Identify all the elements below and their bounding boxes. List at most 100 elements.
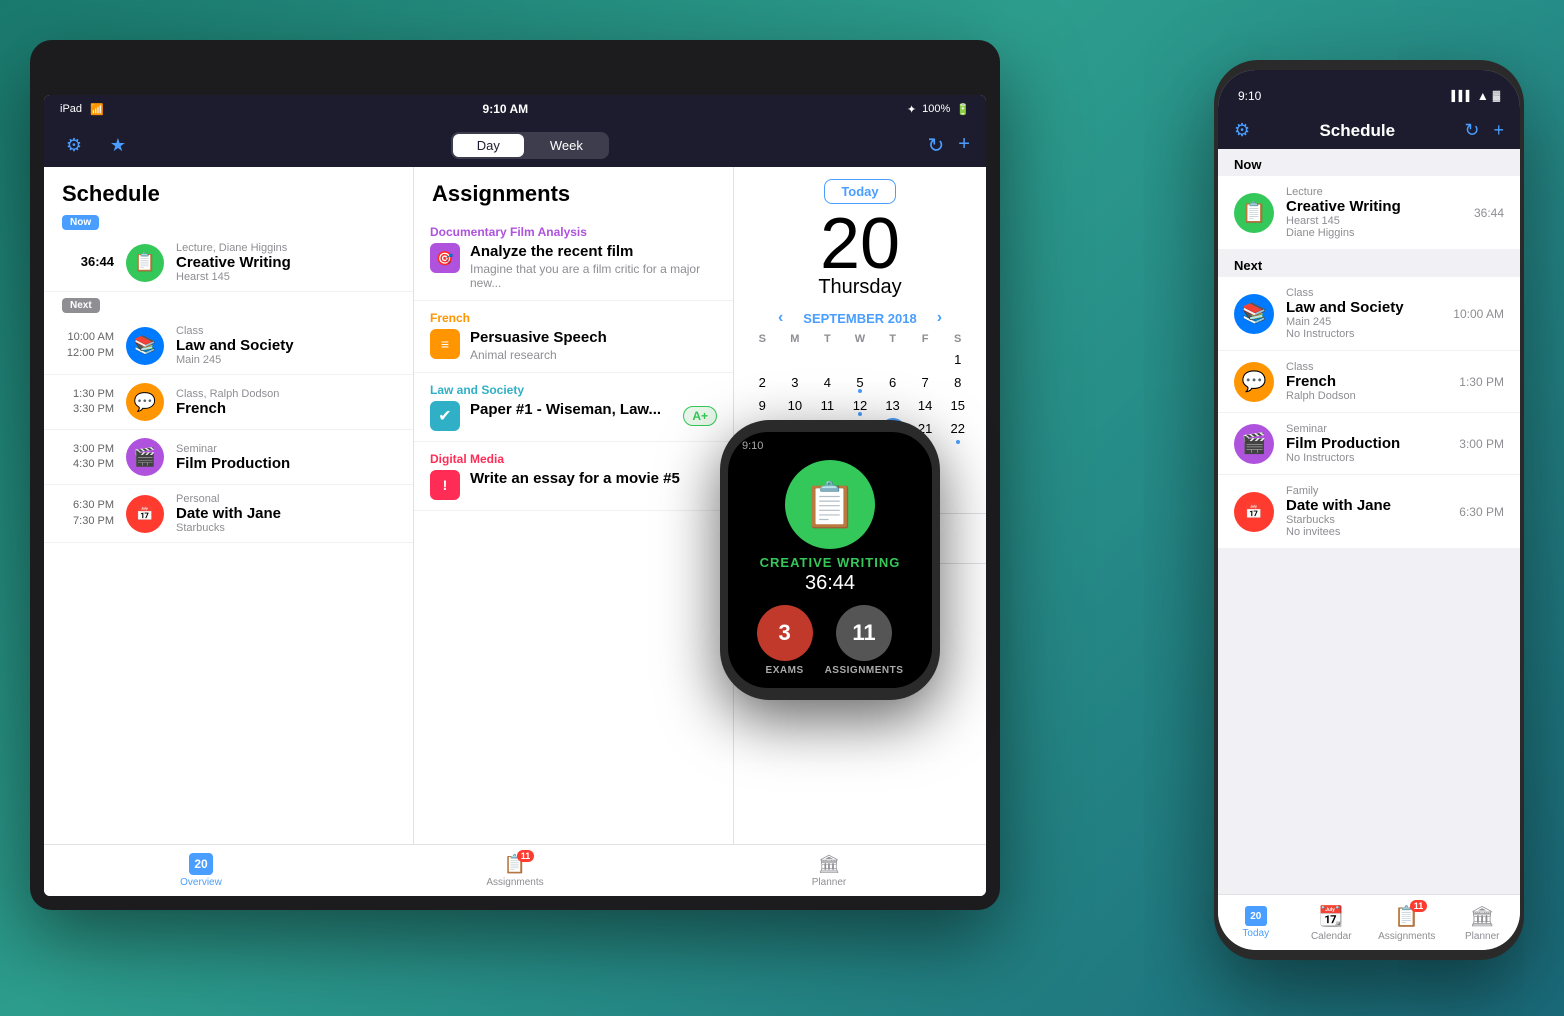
battery-icon-iphone: ▓ xyxy=(1493,91,1500,102)
week-view-button[interactable]: Week xyxy=(526,134,607,157)
iphone-time-french: 1:30 PM xyxy=(1459,375,1504,389)
assignment-item-film-analysis[interactable]: Documentary Film Analysis 🎯 Analyze the … xyxy=(414,215,733,301)
cal-cell-empty5: - xyxy=(876,349,909,370)
iphone-now-header: Now xyxy=(1218,149,1520,176)
assign-title-film: Analyze the recent film xyxy=(470,243,717,260)
assign-icon-digital: ! xyxy=(430,470,460,500)
iphone-time-law: 10:00 AM xyxy=(1453,307,1504,321)
toolbar-right: ↻ + xyxy=(928,133,970,158)
cal-cell-14[interactable]: 14 xyxy=(909,395,942,416)
iphone-item-date[interactable]: 📅 Family Date with Jane Starbucks No inv… xyxy=(1218,475,1520,549)
iphone-time-film: 3:00 PM xyxy=(1459,437,1504,451)
iphone-item-law[interactable]: 📚 Class Law and Society Main 245 No Inst… xyxy=(1218,277,1520,351)
tab-overview[interactable]: 20 Overview xyxy=(44,845,358,896)
watch-course-icon: 📋 xyxy=(785,460,875,549)
settings-icon[interactable]: ⚙ xyxy=(60,131,88,159)
cal-cell-empty3: - xyxy=(811,349,844,370)
cal-cell-11[interactable]: 11 xyxy=(811,395,844,416)
iphone-info-french: Class French Ralph Dodson xyxy=(1286,361,1447,402)
prev-month-arrow[interactable]: ‹ xyxy=(778,309,783,327)
watch-assignments-item[interactable]: 11 ASSIGNMENTS xyxy=(825,605,904,676)
tab-planner[interactable]: 🏛 Planner xyxy=(672,845,986,896)
next-month-arrow[interactable]: › xyxy=(937,309,942,327)
cal-cell-4[interactable]: 4 xyxy=(811,372,844,393)
french-info: Class, Ralph Dodson French xyxy=(176,388,395,417)
iphone-tab-calendar[interactable]: 📆 Calendar xyxy=(1294,895,1370,950)
assignment-item-law[interactable]: Law and Society ✔ Paper #1 - Wiseman, La… xyxy=(414,373,733,442)
cal-cell-22[interactable]: 22 xyxy=(941,418,974,444)
film-info: Seminar Film Production xyxy=(176,443,395,472)
cal-cell-2[interactable]: 2 xyxy=(746,372,779,393)
iphone-item-french[interactable]: 💬 Class French Ralph Dodson 1:30 PM xyxy=(1218,351,1520,413)
statusbar-left: iPad 📶 xyxy=(60,103,104,116)
iphone-item-creative-writing[interactable]: 📋 Lecture Creative Writing Hearst 145 Di… xyxy=(1218,176,1520,250)
cal-header: S M T W T F S xyxy=(746,333,974,345)
assignment-item-french[interactable]: French ≡ Persuasive Speech Animal resear… xyxy=(414,301,733,373)
cal-cell-5[interactable]: 5 xyxy=(844,372,877,393)
schedule-item-creative-writing[interactable]: 36:44 📋 Lecture, Diane Higgins Creative … xyxy=(44,234,413,292)
assign-text-french: Persuasive Speech Animal research xyxy=(470,329,607,362)
creative-writing-info: Lecture, Diane Higgins Creative Writing … xyxy=(176,242,395,283)
view-segmented-control[interactable]: Day Week xyxy=(451,132,609,159)
iphone-tab-assignments[interactable]: 📋 11 Assignments xyxy=(1369,895,1445,950)
iphone-tab-today[interactable]: 20 Today xyxy=(1218,895,1294,950)
iphone-add-icon[interactable]: + xyxy=(1493,120,1504,141)
day-view-button[interactable]: Day xyxy=(453,134,524,157)
iphone-detail-date2: No invitees xyxy=(1286,526,1447,538)
iphone-icon-law: 📚 xyxy=(1234,294,1274,334)
iphone-tab-planner[interactable]: 🏛 Planner xyxy=(1445,895,1521,950)
iphone-icon-film: 🎬 xyxy=(1234,424,1274,464)
calendar-day-name: Thursday xyxy=(734,276,986,299)
bluetooth-icon: ✦ xyxy=(907,103,916,116)
cal-cell-15[interactable]: 15 xyxy=(941,395,974,416)
schedule-item-date[interactable]: 6:30 PM7:30 PM 📅 Personal Date with Jane… xyxy=(44,485,413,543)
watch-assignments-count: 11 xyxy=(836,605,892,661)
toolbar-left: ⚙ ★ xyxy=(60,131,132,159)
cal-cell-9[interactable]: 9 xyxy=(746,395,779,416)
schedule-item-french[interactable]: 1:30 PM3:30 PM 💬 Class, Ralph Dodson Fre… xyxy=(44,375,413,430)
watch-device: 9:10 📋 CREATIVE WRITING 36:44 3 EXAMS 11… xyxy=(720,420,940,700)
assign-text-law: Paper #1 - Wiseman, Law... xyxy=(470,401,661,418)
french-time: 1:30 PM3:30 PM xyxy=(62,387,114,418)
cal-cell-10[interactable]: 10 xyxy=(779,395,812,416)
tab-planner-icon: 🏛 xyxy=(818,854,841,875)
iphone-sub-date: Family xyxy=(1286,485,1447,497)
ipad-label: iPad xyxy=(60,103,82,115)
course-law: Law and Society xyxy=(430,383,717,397)
cal-cell-1[interactable]: 1 xyxy=(941,349,974,370)
cal-cell-6[interactable]: 6 xyxy=(876,372,909,393)
iphone-refresh-icon[interactable]: ↻ xyxy=(1464,120,1479,141)
french-icon: 💬 xyxy=(126,383,164,421)
cal-cell-12[interactable]: 12 xyxy=(844,395,877,416)
law-time: 10:00 AM12:00 PM xyxy=(62,330,114,361)
creative-writing-title: Creative Writing xyxy=(176,254,395,271)
tab-overview-icon: 20 xyxy=(189,853,213,875)
iphone-item-film[interactable]: 🎬 Seminar Film Production No Instructors… xyxy=(1218,413,1520,475)
grade-badge-aplus: A+ xyxy=(683,406,717,426)
cal-cell-7[interactable]: 7 xyxy=(909,372,942,393)
schedule-item-law[interactable]: 10:00 AM12:00 PM 📚 Class Law and Society… xyxy=(44,317,413,375)
date-icon: 📅 xyxy=(126,495,164,533)
assign-desc-french: Animal research xyxy=(470,348,607,362)
cal-cell-8[interactable]: 8 xyxy=(941,372,974,393)
assignment-item-digital[interactable]: Digital Media ! Write an essay for a mov… xyxy=(414,442,733,511)
cal-cell-3[interactable]: 3 xyxy=(779,372,812,393)
creative-writing-location: Hearst 145 xyxy=(176,271,395,283)
assignments-badge: 11 xyxy=(517,850,535,862)
add-icon[interactable]: + xyxy=(958,133,970,158)
iphone-settings-icon[interactable]: ⚙ xyxy=(1234,120,1250,141)
iphone-nav-title: Schedule xyxy=(1319,121,1395,141)
watch-exams-item[interactable]: 3 EXAMS xyxy=(757,605,813,676)
iphone-time-cw: 36:44 xyxy=(1474,206,1504,220)
cal-cell-13[interactable]: 13 xyxy=(876,395,909,416)
film-sub: Seminar xyxy=(176,443,395,455)
refresh-icon[interactable]: ↻ xyxy=(928,133,945,158)
watch-exams-label: EXAMS xyxy=(766,665,804,676)
star-icon[interactable]: ★ xyxy=(104,131,132,159)
iphone-icon-french: 💬 xyxy=(1234,362,1274,402)
tab-assignments[interactable]: 📋 11 Assignments xyxy=(358,845,672,896)
schedule-item-film[interactable]: 3:00 PM4:30 PM 🎬 Seminar Film Production xyxy=(44,430,413,485)
assignments-title: Assignments xyxy=(414,167,733,215)
next-badge: Next xyxy=(62,298,100,313)
today-button[interactable]: Today xyxy=(824,179,895,204)
